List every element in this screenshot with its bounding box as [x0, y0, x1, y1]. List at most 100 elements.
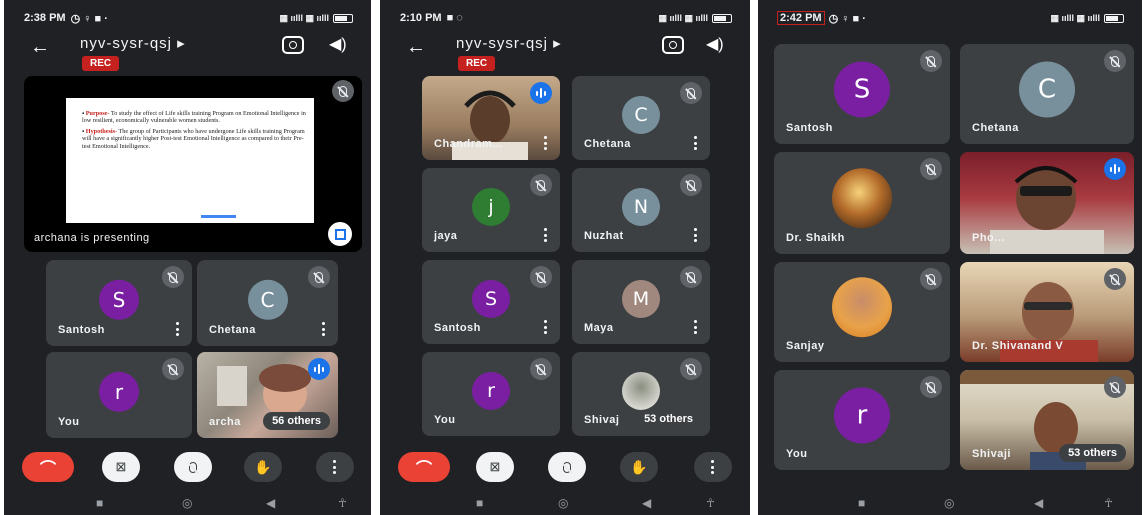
- back-icon[interactable]: ◀: [642, 496, 651, 510]
- fullscreen-icon[interactable]: [328, 222, 352, 246]
- android-nav-bar: ■ ◎ ◀ ☥: [4, 489, 371, 515]
- mic-off-icon: [1104, 50, 1126, 72]
- participant-name: Santosh: [58, 324, 105, 336]
- accessibility-icon[interactable]: ☥: [706, 496, 715, 510]
- status-icons: ◷ ♀ ■ ·: [828, 12, 866, 25]
- more-vert-icon[interactable]: [694, 228, 698, 242]
- more-vert-icon[interactable]: [544, 228, 548, 242]
- participant-tile[interactable]: C Chetana: [572, 76, 710, 160]
- camera-toggle-button[interactable]: ⊠: [476, 452, 514, 482]
- mic-off-icon: [680, 266, 702, 288]
- meet-screen-presenting: 2:38 PM ◷ ♀ ■ · ▦ ıılll ▦ ıılll ← nyv-sys…: [4, 0, 371, 515]
- presentation-tile[interactable]: ▪ Purpose- To study the effect of Life s…: [24, 76, 362, 252]
- participant-tile-self[interactable]: r You: [46, 352, 192, 438]
- raise-hand-button[interactable]: ✋: [620, 452, 658, 482]
- others-count-badge[interactable]: 53 others: [1059, 444, 1126, 462]
- participant-tile[interactable]: Dr. Shaikh: [774, 152, 950, 254]
- participant-tile[interactable]: j jaya: [422, 168, 560, 252]
- participant-tile-self[interactable]: r You: [422, 352, 560, 436]
- camera-toggle-button[interactable]: ⊠: [102, 452, 140, 482]
- home-icon[interactable]: ◎: [558, 496, 568, 510]
- others-count-badge[interactable]: 53 others: [635, 410, 702, 428]
- participant-tile[interactable]: M Maya: [572, 260, 710, 344]
- mic-off-icon: [920, 268, 942, 290]
- status-bar: 2:42 PM ◷ ♀ ■ · ▦ ıılll ▦ ıılll: [758, 0, 1142, 36]
- participant-tile[interactable]: S Santosh: [774, 44, 950, 144]
- more-vert-icon: [711, 460, 715, 474]
- mic-toggle-button[interactable]: [548, 452, 586, 482]
- status-icons: ■ ◌: [446, 12, 463, 24]
- avatar-photo: [832, 168, 892, 229]
- more-vert-icon[interactable]: [322, 322, 326, 336]
- avatar: r: [834, 387, 890, 444]
- participant-name: Shivaj: [584, 414, 620, 426]
- switch-camera-icon[interactable]: [662, 36, 684, 54]
- status-icons: ◷ ♀ ■ ·: [70, 12, 108, 25]
- status-time: 2:38 PM: [24, 12, 66, 24]
- end-call-button[interactable]: ⌒: [398, 452, 450, 482]
- participant-tile[interactable]: S Santosh: [422, 260, 560, 344]
- more-vert-icon[interactable]: [544, 320, 548, 334]
- raise-hand-icon: ✋: [630, 458, 648, 475]
- recents-icon[interactable]: ■: [96, 496, 103, 510]
- participant-name: Chetana: [584, 138, 631, 150]
- participant-name: Maya: [584, 322, 614, 334]
- participant-tile-video[interactable]: Pho...: [960, 152, 1134, 254]
- participant-tile[interactable]: Sanjay: [774, 262, 950, 362]
- end-call-icon: ⌒: [415, 461, 432, 478]
- more-options-button[interactable]: [316, 452, 354, 482]
- avatar: S: [834, 61, 890, 118]
- more-vert-icon[interactable]: [694, 136, 698, 150]
- audio-level-icon: [530, 82, 552, 104]
- rec-badge: REC: [458, 56, 496, 71]
- rec-badge: REC: [82, 56, 120, 71]
- more-vert-icon[interactable]: [694, 320, 698, 334]
- recents-icon[interactable]: ■: [858, 496, 865, 510]
- participant-name: archa: [209, 416, 241, 428]
- accessibility-icon[interactable]: ☥: [1104, 496, 1113, 510]
- switch-camera-icon[interactable]: [282, 36, 304, 54]
- participant-name: Santosh: [434, 322, 481, 334]
- participant-tile[interactable]: C Chetana: [960, 44, 1134, 144]
- accessibility-icon[interactable]: ☥: [338, 496, 347, 510]
- slide-progress-bar: [201, 215, 236, 218]
- participant-tile[interactable]: S Santosh: [46, 260, 192, 346]
- home-icon[interactable]: ◎: [182, 496, 192, 510]
- raise-hand-button[interactable]: ✋: [244, 452, 282, 482]
- recents-icon[interactable]: ■: [476, 496, 483, 510]
- meeting-code[interactable]: nyv-sysr-qsj ▸: [456, 34, 562, 52]
- more-vert-icon[interactable]: [544, 136, 548, 150]
- more-options-button[interactable]: [694, 452, 732, 482]
- back-arrow-icon[interactable]: ←: [406, 36, 426, 59]
- mic-off-icon: [1104, 376, 1126, 398]
- participant-tile[interactable]: Shivaj 53 others: [572, 352, 710, 436]
- back-icon[interactable]: ◀: [1034, 496, 1043, 510]
- participant-tile-video[interactable]: Chandram...: [422, 76, 560, 160]
- avatar: r: [472, 371, 510, 410]
- end-call-button[interactable]: ⌒: [22, 452, 74, 482]
- shared-slide: ▪ Purpose- To study the effect of Life s…: [66, 98, 314, 223]
- android-nav-bar: ■ ◎ ◀ ☥: [380, 489, 750, 515]
- participant-tile[interactable]: N Nuzhat: [572, 168, 710, 252]
- participant-tile-video[interactable]: Dr. Shivanand V: [960, 262, 1134, 362]
- avatar-photo: [622, 371, 660, 410]
- participant-tile-self[interactable]: r You: [774, 370, 950, 470]
- mic-off-icon: [680, 358, 702, 380]
- more-vert-icon[interactable]: [176, 322, 180, 336]
- home-icon[interactable]: ◎: [944, 496, 954, 510]
- camera-off-icon: ⊠: [115, 459, 127, 474]
- participant-tile[interactable]: C Chetana: [197, 260, 338, 346]
- speaker-icon[interactable]: ◀): [329, 34, 347, 54]
- participant-name: Pho...: [972, 232, 1005, 244]
- speaker-icon[interactable]: ◀): [706, 34, 724, 54]
- others-count-badge[interactable]: 56 others: [263, 412, 330, 430]
- status-time: 2:10 PM: [400, 12, 442, 24]
- meeting-code[interactable]: nyv-sysr-qsj ▸: [80, 34, 186, 52]
- mic-toggle-button[interactable]: [174, 452, 212, 482]
- back-arrow-icon[interactable]: ←: [30, 36, 50, 59]
- meet-screen-grid-scrolled: 2:42 PM ◷ ♀ ■ · ▦ ıılll ▦ ıılll S Santosh…: [758, 0, 1142, 515]
- back-icon[interactable]: ◀: [266, 496, 275, 510]
- participant-tile-video[interactable]: archa 56 others: [197, 352, 338, 438]
- participant-tile-video[interactable]: Shivaji 53 others: [960, 370, 1134, 470]
- status-time: 2:42 PM: [777, 11, 825, 25]
